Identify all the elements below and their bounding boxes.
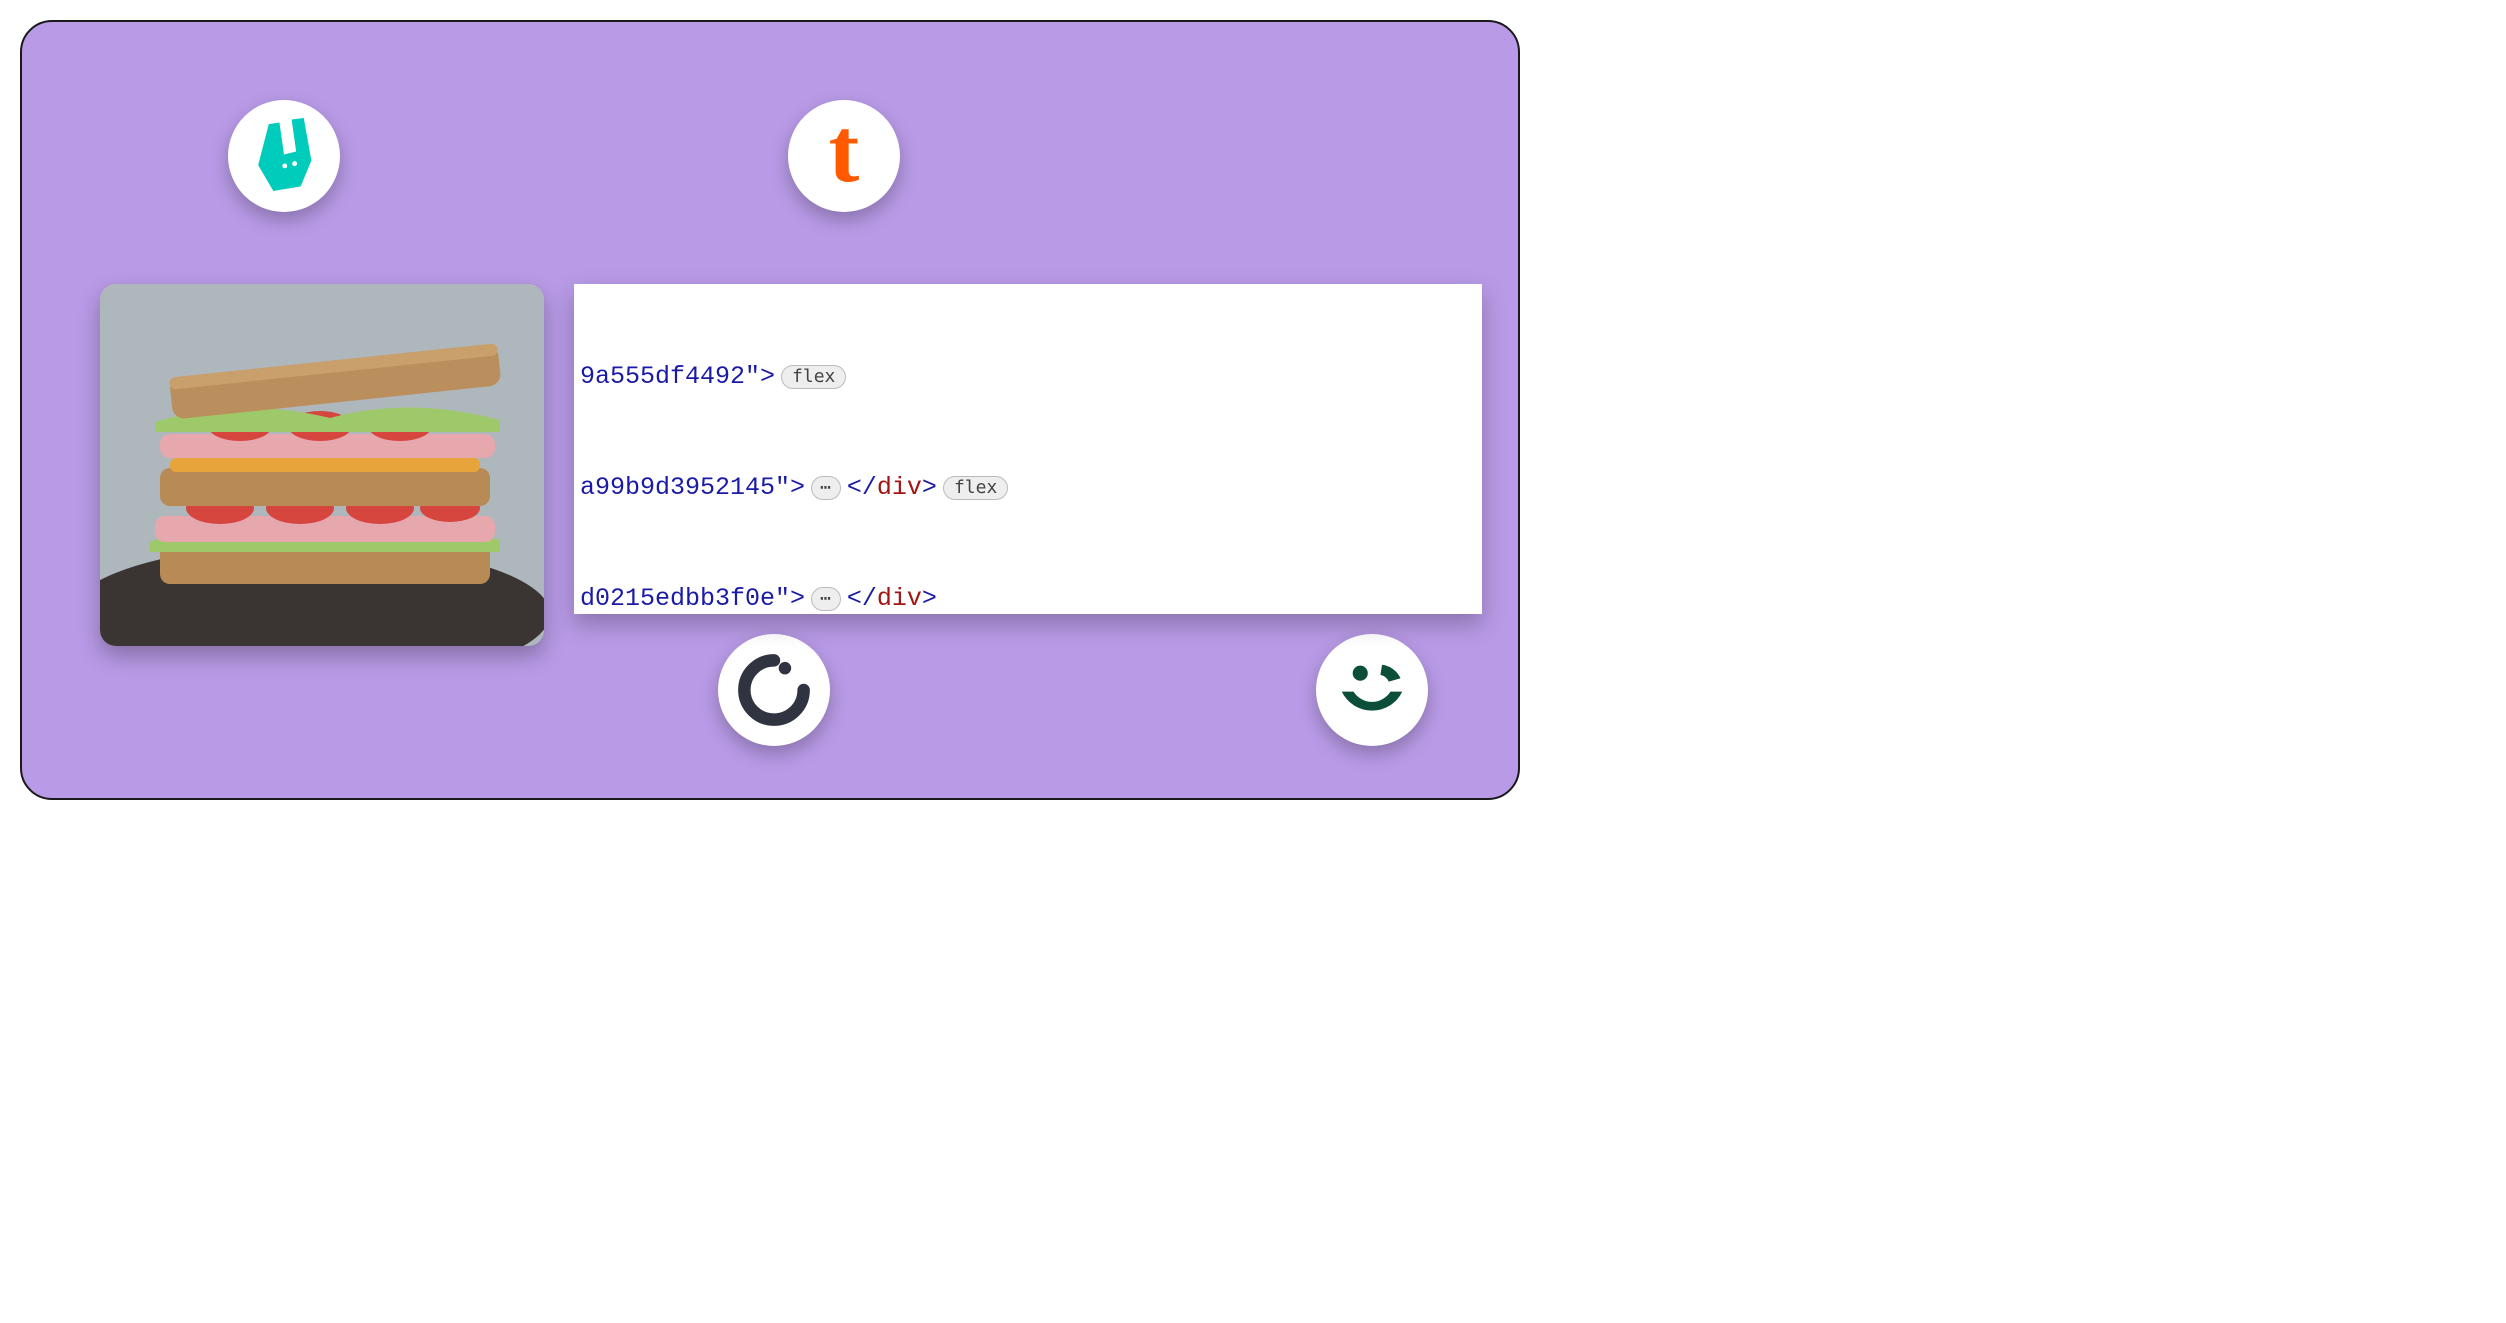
deliveroo-logo-badge — [228, 100, 340, 212]
deliveroo-icon — [246, 118, 322, 194]
expand-ellipsis-button[interactable]: ⋯ — [811, 587, 841, 611]
code-line-3: d0215edbb3f0e"> ⋯ </div> — [574, 580, 1482, 614]
flex-badge[interactable]: flex — [781, 365, 846, 389]
promo-card: t — [20, 20, 1520, 800]
expand-ellipsis-button[interactable]: ⋯ — [811, 476, 841, 500]
code-line-2: a99b9d3952145"> ⋯ </div> flex — [574, 469, 1482, 506]
code-line-1: 9a555df4492"> flex — [574, 358, 1482, 395]
product-photo-sandwich — [100, 284, 544, 646]
open-circle-icon — [735, 651, 813, 729]
talabat-icon: t — [829, 104, 860, 196]
devtools-elements-snippet: 9a555df4492"> flex a99b9d3952145"> ⋯ </d… — [574, 284, 1482, 614]
careem-logo-badge — [1316, 634, 1428, 746]
open-circle-logo-badge — [718, 634, 830, 746]
careem-smile-icon — [1330, 648, 1414, 732]
talabat-logo-badge: t — [788, 100, 900, 212]
flex-badge[interactable]: flex — [943, 476, 1008, 500]
